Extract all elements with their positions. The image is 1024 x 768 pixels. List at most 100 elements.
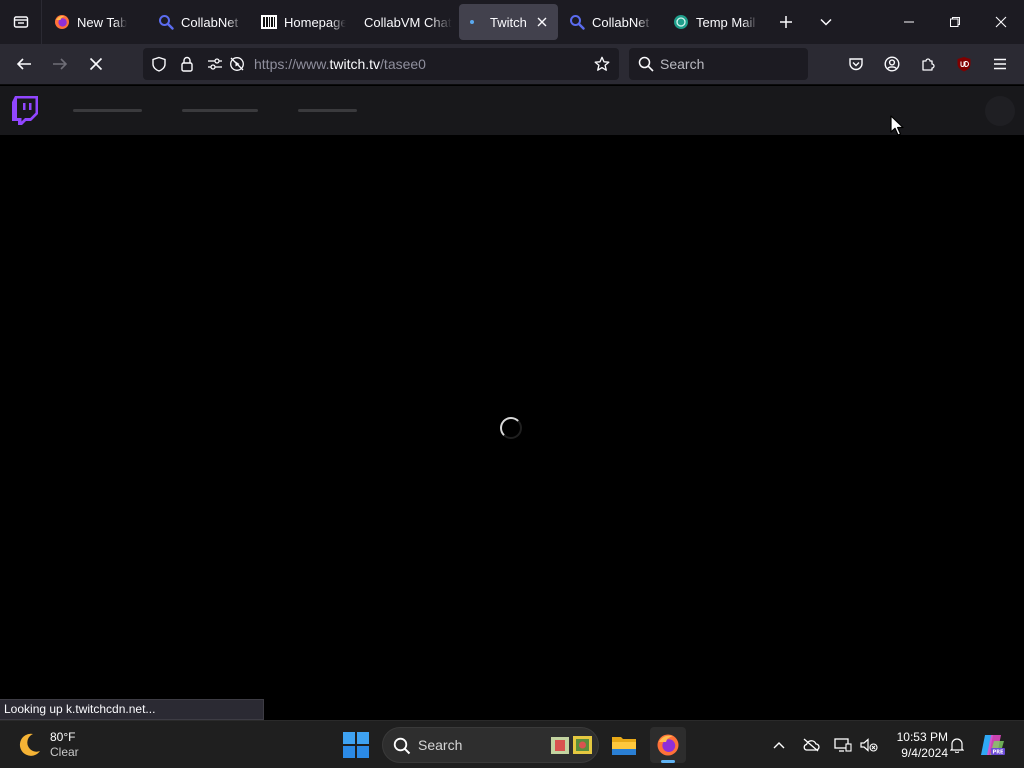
plus-icon xyxy=(780,16,792,28)
show-hidden-icons-button[interactable] xyxy=(768,721,790,768)
pocket-icon xyxy=(849,58,863,71)
volume-tray-button[interactable] xyxy=(858,721,880,768)
search-bar[interactable]: Search xyxy=(629,48,808,80)
magnifier-icon xyxy=(158,14,174,30)
tab-strip: New Tab CollabNet Homepage CollabVM Chat… xyxy=(0,0,1024,44)
bell-icon xyxy=(950,738,964,753)
loading-spinner xyxy=(500,417,522,439)
cloud-offline-icon xyxy=(803,738,820,752)
search-icon xyxy=(638,56,654,72)
clock[interactable]: 10:53 PM 9/4/2024 xyxy=(884,729,948,761)
restore-icon xyxy=(950,17,960,27)
avatar-placeholder xyxy=(985,96,1015,126)
volume-muted-icon xyxy=(860,738,878,752)
ublock-origin-button[interactable] xyxy=(948,48,980,80)
twitch-top-nav xyxy=(0,86,1024,135)
folder-icon xyxy=(612,737,636,755)
tab-collabnet-2[interactable]: CollabNet xyxy=(561,4,661,40)
status-panel: Looking up k.twitchcdn.net... xyxy=(0,699,264,720)
puzzle-icon xyxy=(922,58,935,71)
extensions-button[interactable] xyxy=(912,48,944,80)
tab-title: CollabNet xyxy=(181,14,239,30)
windows-start-icon[interactable] xyxy=(343,732,369,758)
app-menu-button[interactable] xyxy=(984,48,1016,80)
account-button[interactable] xyxy=(876,48,908,80)
firefox-icon xyxy=(54,14,70,30)
copilot-icon: PRE xyxy=(981,735,1005,756)
lock-icon[interactable] xyxy=(176,48,198,80)
close-icon xyxy=(995,16,1007,28)
tempmail-icon xyxy=(673,14,689,30)
tab-title: CollabNet xyxy=(592,14,650,30)
tab-new-tab[interactable]: New Tab xyxy=(46,4,150,40)
firefox-taskbar-button[interactable] xyxy=(650,727,686,763)
tab-collabnet[interactable]: CollabNet xyxy=(150,4,254,40)
nav-link-placeholder xyxy=(73,109,142,112)
hamburger-menu-icon xyxy=(994,58,1006,70)
close-tab-icon[interactable] xyxy=(532,12,552,32)
weather-widget[interactable]: 80°F Clear xyxy=(14,727,79,763)
minimize-button[interactable] xyxy=(886,0,932,44)
list-all-tabs-button[interactable] xyxy=(812,0,840,44)
search-icon xyxy=(393,737,411,755)
page-content xyxy=(0,135,1024,720)
tab-collabvm-chat[interactable]: CollabVM Chat xyxy=(356,4,456,40)
chevron-up-icon xyxy=(773,742,785,749)
twitch-logo-icon[interactable] xyxy=(12,96,38,125)
tab-title: CollabVM Chat xyxy=(364,14,452,30)
onedrive-tray-button[interactable] xyxy=(800,721,822,768)
firefox-view-icon xyxy=(13,16,28,28)
screen: New Tab CollabNet Homepage CollabVM Chat… xyxy=(0,0,1024,768)
nav-link-placeholder xyxy=(298,109,357,112)
url-prefix: https://www. xyxy=(254,56,330,72)
active-indicator xyxy=(661,760,675,763)
firefox-icon xyxy=(657,734,679,756)
tab-title: Homepage xyxy=(284,14,346,30)
address-bar[interactable]: https://www.twitch.tv/tasee0 xyxy=(143,48,619,80)
stop-loading-button[interactable] xyxy=(80,48,112,80)
clock-date: 9/4/2024 xyxy=(901,746,948,760)
stop-icon xyxy=(89,57,103,71)
navigation-toolbar: https://www.twitch.tv/tasee0 Search xyxy=(0,44,1024,85)
tab-temp-mail[interactable]: Temp Mail xyxy=(665,4,765,40)
network-tray-button[interactable] xyxy=(832,721,854,768)
restore-button[interactable] xyxy=(932,0,978,44)
tab-title: Temp Mail xyxy=(696,14,756,30)
windows-taskbar: 80°F Clear Search 10:53 PM 9/4/2024 PRE xyxy=(0,720,1024,768)
bookmark-star-icon[interactable] xyxy=(591,48,613,80)
weather-condition: Clear xyxy=(50,745,79,759)
new-tab-button[interactable] xyxy=(772,0,800,44)
file-explorer-button[interactable] xyxy=(606,727,642,763)
autoplay-blocked-icon[interactable] xyxy=(226,48,248,80)
nav-link-placeholder xyxy=(182,109,258,112)
ublock-shield-icon xyxy=(957,57,971,72)
svg-text:PRE: PRE xyxy=(993,750,1005,756)
loading-dot-icon xyxy=(467,14,483,30)
back-button[interactable] xyxy=(8,48,40,80)
firefox-view-button[interactable] xyxy=(0,0,42,44)
url-path: /tasee0 xyxy=(380,56,426,72)
tracking-protection-icon[interactable] xyxy=(148,48,170,80)
search-highlight-icon xyxy=(551,736,592,754)
url-domain: twitch.tv xyxy=(329,56,381,72)
site-logo-icon xyxy=(261,14,277,30)
weather-temp: 80°F xyxy=(50,730,76,744)
permissions-icon[interactable] xyxy=(204,48,226,80)
tab-homepage[interactable]: Homepage xyxy=(253,4,353,40)
minimize-icon xyxy=(904,21,914,23)
moon-icon xyxy=(19,733,40,756)
tab-twitch[interactable]: Twitch xyxy=(459,4,558,40)
notifications-button[interactable] xyxy=(946,721,968,768)
taskbar-search[interactable]: Search xyxy=(382,727,599,763)
copilot-button[interactable]: PRE xyxy=(976,721,1008,768)
pocket-button[interactable] xyxy=(840,48,872,80)
url-text[interactable]: https://www.twitch.tv/tasee0 xyxy=(254,48,426,80)
tab-title: New Tab xyxy=(77,14,128,30)
search-label: Search xyxy=(418,737,463,753)
mouse-pointer-icon xyxy=(890,115,904,136)
forward-button[interactable] xyxy=(44,48,76,80)
close-window-button[interactable] xyxy=(978,0,1024,44)
chevron-down-icon xyxy=(820,18,832,26)
display-network-icon xyxy=(834,738,852,752)
arrow-right-icon xyxy=(53,58,68,70)
